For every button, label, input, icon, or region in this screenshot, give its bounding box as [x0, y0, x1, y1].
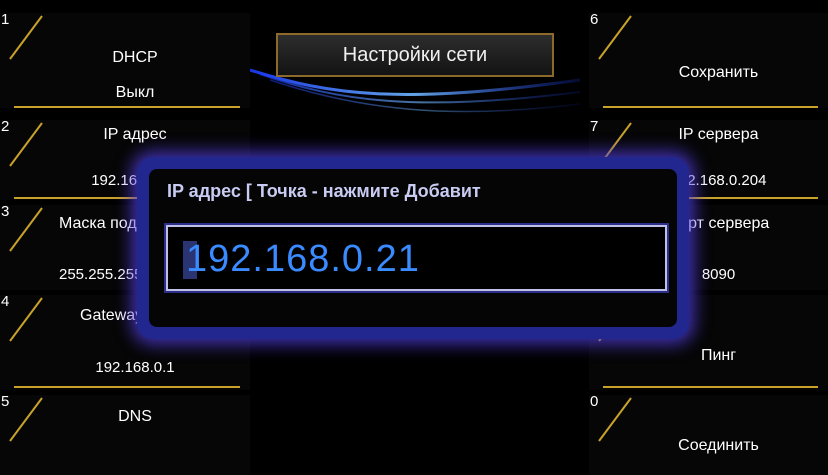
- separator-line: [14, 106, 240, 108]
- button-label: Сохранить: [678, 64, 759, 81]
- ip-address-value: 192.168.0.21: [186, 238, 420, 280]
- separator-line: [603, 106, 818, 108]
- button-label: Пинг: [700, 347, 737, 364]
- save-button[interactable]: 6 Сохранить: [589, 13, 828, 108]
- button-label: Соединить: [678, 437, 759, 454]
- page-title: Настройки сети: [342, 44, 488, 66]
- title-bar: Настройки сети: [276, 33, 554, 77]
- dialog-title: IP адрес [ Точка - нажмите Добавит: [167, 181, 481, 201]
- connect-button[interactable]: 0 Соединить: [589, 395, 828, 475]
- button-value: Выкл: [115, 84, 155, 101]
- separator-line: [603, 386, 818, 388]
- ip-address-input[interactable]: 192.168.0.21: [166, 225, 667, 291]
- network-settings-screen: 1 DHCP Выкл 2 IP адрес 192.168.0.21 3 Ма…: [0, 0, 828, 475]
- button-label: IP адрес: [103, 126, 167, 143]
- button-label: DHCP: [112, 49, 158, 66]
- button-label: DNS: [118, 408, 152, 425]
- button-value: 192.168.0.1: [95, 359, 175, 376]
- ip-input-dialog: IP адрес [ Точка - нажмите Добавит 192.1…: [137, 157, 689, 339]
- corner-slash-icon: [598, 15, 632, 60]
- separator-line: [14, 386, 240, 388]
- dhcp-button[interactable]: 1 DHCP Выкл: [0, 13, 250, 108]
- dns-button[interactable]: 5 DNS: [0, 395, 250, 475]
- button-label: IP сервера: [678, 126, 759, 143]
